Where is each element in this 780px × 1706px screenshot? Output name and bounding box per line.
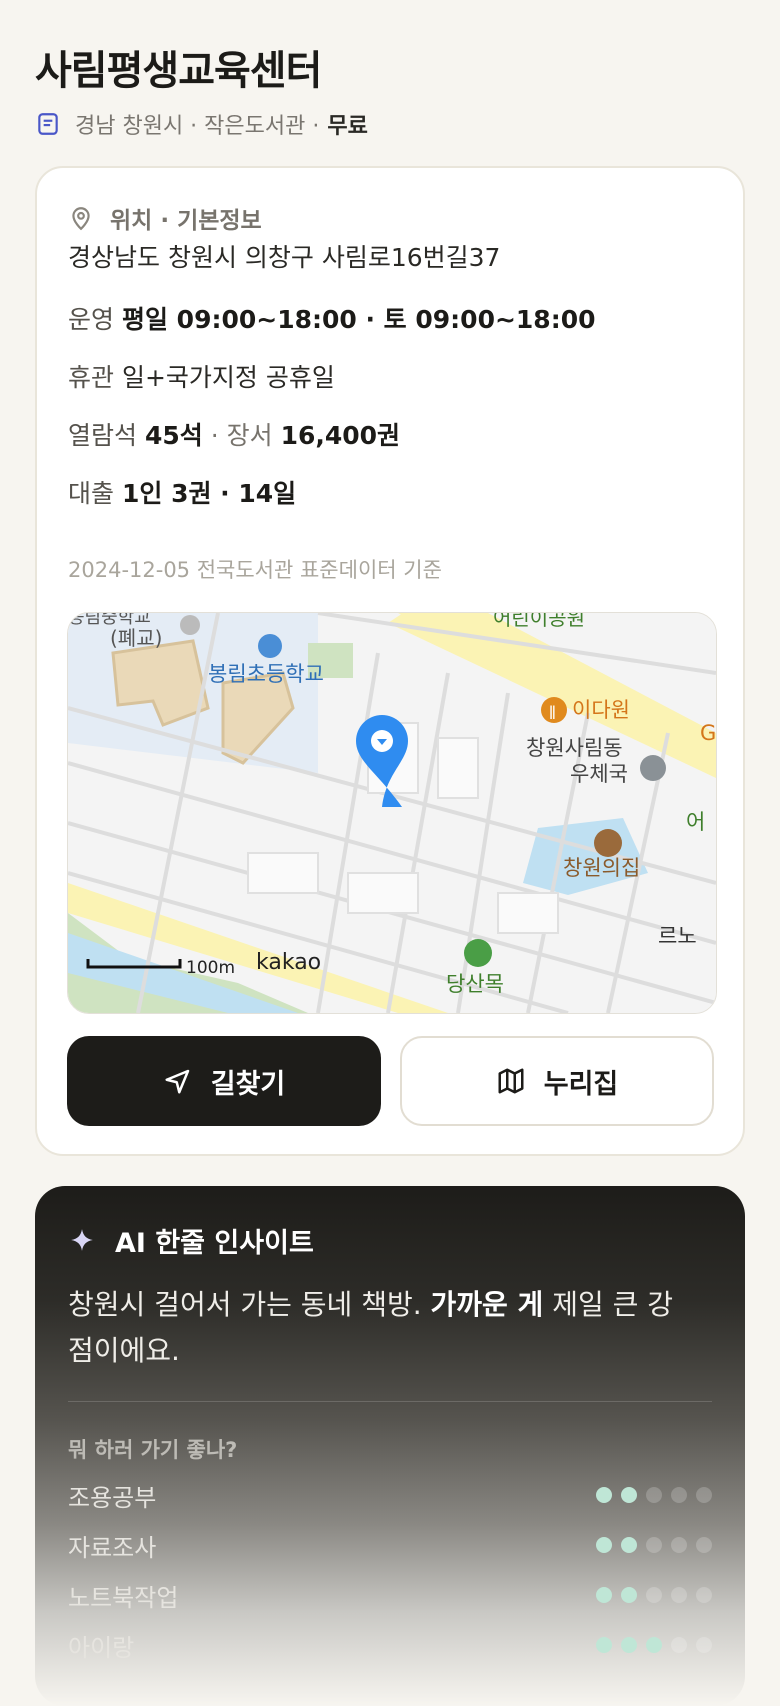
rating-dot-filled: [646, 1637, 662, 1653]
rating-dot-empty: [671, 1537, 687, 1553]
info-card: 위치 · 기본정보 경상남도 창원시 의창구 사림로16번길37 운영 평일 0…: [35, 166, 745, 1156]
map-canvas[interactable]: 동림중학교 (폐교) 봉림초등학교 어린이공원 ǁ 이다원 G 창원사림동 우체…: [68, 613, 716, 1013]
activity-label: 자료조사: [68, 1533, 157, 1562]
post-office-marker-icon: [640, 755, 666, 781]
closed-school-marker: [180, 615, 200, 635]
map-label-park: 어린이공원: [493, 613, 585, 630]
rating-dot-empty: [671, 1487, 687, 1503]
activity-row: 아이랑: [68, 1625, 712, 1665]
map-label-house: 창원의집: [563, 856, 640, 880]
directions-button[interactable]: 길찾기: [67, 1036, 381, 1126]
website-button-label: 누리집: [543, 1068, 619, 1100]
school-marker-icon: [258, 634, 282, 658]
closed-value: 일+국가지정 공휴일: [121, 363, 335, 392]
house-marker-icon: [594, 829, 622, 857]
rating-dot-empty: [646, 1487, 662, 1503]
location-pin-icon: [72, 207, 90, 231]
library-detail-page: 사림평생교육센터 경남 창원시 · 작은도서관 · 무료 위치 · 기본정보 경…: [0, 0, 780, 1706]
rating-dot-filled: [596, 1587, 612, 1603]
rating-dot-empty: [696, 1637, 712, 1653]
rating-dot-empty: [696, 1537, 712, 1553]
info-section-header: 위치 · 기본정보: [68, 198, 262, 238]
sparkle-icon: [71, 1229, 93, 1251]
map-label-orange-edge: G: [700, 721, 716, 745]
ai-insight-summary: 창원시 걸어서 가는 동네 책방. 가까운 게 제일 큰 강점이에요.: [68, 1282, 698, 1374]
hours-row: 운영 평일 09:00~18:00 · 토 09:00~18:00: [68, 300, 596, 336]
seats-value: 45석: [144, 421, 203, 450]
library-meta: 경남 창원시 · 작은도서관 · 무료: [35, 106, 368, 142]
region-type-text: 경남 창원시 · 작은도서관 ·: [75, 114, 320, 139]
loan-value: 1인 3권 · 14일: [121, 479, 297, 508]
divider: [68, 1401, 712, 1402]
navigation-arrow-icon: [165, 1069, 189, 1094]
activity-label: 조용공부: [68, 1483, 157, 1512]
activity-rating: [596, 1637, 712, 1653]
books-value: 16,400권: [280, 421, 401, 450]
rating-dot-empty: [646, 1587, 662, 1603]
map-label-right-edge-2: 르노: [658, 924, 697, 948]
hours-label: 운영: [68, 305, 115, 334]
ai-insight-header: AI 한줄 인사이트: [69, 1218, 314, 1262]
directions-button-label: 길찾기: [210, 1068, 286, 1100]
map-label-elementary: 봉림초등학교: [208, 662, 324, 686]
tree-marker-icon: [464, 939, 492, 967]
rating-dot-empty: [696, 1487, 712, 1503]
map-icon: [498, 1068, 524, 1094]
activity-rating: [596, 1587, 712, 1603]
map-provider-logo: kakao: [256, 950, 321, 975]
ai-insight-card: AI 한줄 인사이트 창원시 걸어서 가는 동네 책방. 가까운 게 제일 큰 …: [35, 1186, 745, 1706]
activity-label: 노트북작업: [68, 1583, 179, 1612]
info-section-title: 위치 · 기본정보: [110, 208, 262, 234]
map-label-bottom-poi: 당산목: [446, 972, 504, 996]
activity-rating: [596, 1487, 712, 1503]
rating-dot-empty: [646, 1537, 662, 1553]
activity-row: 노트북작업: [68, 1575, 712, 1615]
rating-dot-filled: [621, 1587, 637, 1603]
rating-dot-empty: [671, 1587, 687, 1603]
data-basis-note: 2024-12-05 전국도서관 표준데이터 기준: [68, 558, 442, 582]
address-text: 경상남도 창원시 의창구 사림로16번길37: [68, 243, 501, 272]
ai-insight-title: AI 한줄 인사이트: [115, 1227, 314, 1259]
map-label-closed-school: (폐교): [110, 626, 162, 650]
location-map[interactable]: 동림중학교 (폐교) 봉림초등학교 어린이공원 ǁ 이다원 G 창원사림동 우체…: [67, 612, 717, 1014]
activity-row: 조용공부: [68, 1475, 712, 1515]
capacity-row: 열람석 45석 · 장서 16,400권: [68, 416, 400, 452]
rating-dot-filled: [621, 1537, 637, 1553]
closed-label: 휴관: [68, 363, 115, 392]
page-title: 사림평생교육센터: [35, 48, 322, 94]
activity-question: 뭐 하러 가기 좋나?: [68, 1438, 238, 1462]
website-button[interactable]: 누리집: [400, 1036, 714, 1126]
rating-dot-filled: [596, 1637, 612, 1653]
map-label-right-edge: 어: [686, 810, 705, 834]
map-scale-label: 100m: [186, 958, 235, 978]
map-label-post-office-2: 우체국: [570, 762, 628, 786]
summary-highlight: 가까운 게: [430, 1288, 544, 1321]
summary-part: 창원시 걸어서 가는 동네 책방.: [68, 1288, 431, 1321]
map-label-post-office-1: 창원사림동: [526, 736, 623, 760]
closed-row: 휴관 일+국가지정 공휴일: [68, 358, 335, 394]
rating-dot-empty: [696, 1587, 712, 1603]
loan-row: 대출 1인 3권 · 14일: [68, 474, 296, 510]
rating-dot-filled: [621, 1637, 637, 1653]
rating-dot-filled: [596, 1537, 612, 1553]
map-label-restaurant: 이다원: [572, 698, 630, 722]
rating-dot-empty: [671, 1637, 687, 1653]
rating-dot-filled: [596, 1487, 612, 1503]
rating-dot-filled: [621, 1487, 637, 1503]
svg-text:ǁ: ǁ: [549, 704, 556, 720]
fee-badge: 무료: [327, 114, 368, 139]
document-icon: [38, 113, 58, 135]
activity-label: 아이랑: [68, 1633, 135, 1662]
seats-label: 열람석: [68, 421, 138, 450]
books-label: · 장서: [210, 421, 273, 450]
activity-row: 자료조사: [68, 1525, 712, 1565]
hours-value: 평일 09:00~18:00 · 토 09:00~18:00: [121, 305, 596, 334]
activity-rating: [596, 1537, 712, 1553]
loan-label: 대출: [68, 479, 115, 508]
